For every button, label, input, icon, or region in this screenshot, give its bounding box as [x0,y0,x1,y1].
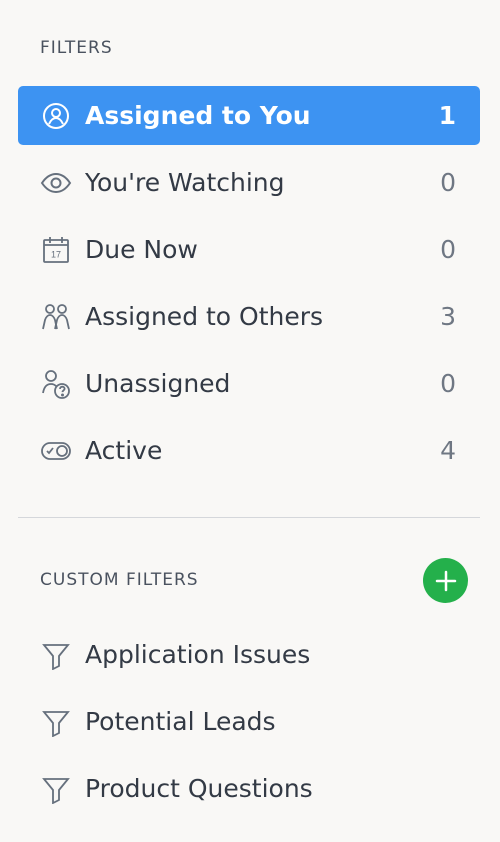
add-custom-filter-button[interactable] [423,558,468,603]
filter-label: Unassigned [85,369,231,398]
unassigned-user-icon [40,368,72,400]
users-icon [40,301,72,333]
funnel-icon [40,706,72,738]
section-divider [18,517,480,518]
filters-section-title: FILTERS [40,38,113,58]
custom-filter-product-questions[interactable]: Product Questions [18,759,480,818]
custom-filter-label: Product Questions [85,774,313,803]
custom-filter-label: Application Issues [85,640,311,669]
filter-youre-watching[interactable]: You're Watching 0 [18,153,480,212]
filter-count: 1 [438,101,456,130]
custom-filter-label: Potential Leads [85,707,276,736]
eye-icon [40,167,72,199]
filter-count: 3 [440,302,456,331]
filter-due-now[interactable]: 17 Due Now 0 [18,220,480,279]
filter-label: Assigned to You [85,101,311,130]
calendar-day: 17 [51,249,61,259]
filter-count: 0 [440,369,456,398]
filter-count: 0 [440,235,456,264]
funnel-icon [40,639,72,671]
filter-label: Due Now [85,235,198,264]
filter-assigned-to-others[interactable]: Assigned to Others 3 [18,287,480,346]
filter-label: Assigned to Others [85,302,324,331]
filter-unassigned[interactable]: Unassigned 0 [18,354,480,413]
calendar-icon: 17 [40,234,72,266]
filter-count: 0 [440,168,456,197]
custom-filters-list: Application Issues Potential Leads Produ… [18,625,480,826]
custom-filter-application-issues[interactable]: Application Issues [18,625,480,684]
custom-filter-potential-leads[interactable]: Potential Leads [18,692,480,751]
toggle-icon [40,435,72,467]
filter-label: You're Watching [85,168,285,197]
filter-active[interactable]: Active 4 [18,421,480,480]
user-icon [40,100,72,132]
custom-filters-section-title: CUSTOM FILTERS [40,570,199,590]
filter-assigned-to-you[interactable]: Assigned to You 1 [18,86,480,145]
filters-list: Assigned to You 1 You're Watching 0 17 D… [18,86,480,488]
filter-label: Active [85,436,163,465]
filter-count: 4 [440,436,456,465]
funnel-icon [40,773,72,805]
plus-icon [433,568,459,594]
